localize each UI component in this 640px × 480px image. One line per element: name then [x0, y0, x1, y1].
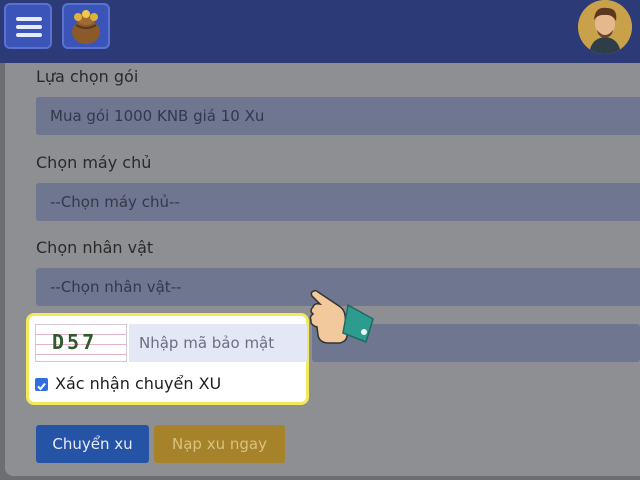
avatar-icon: [578, 0, 632, 54]
user-avatar[interactable]: [578, 0, 632, 54]
hamburger-menu-icon: [16, 17, 42, 21]
topup-button[interactable]: Nạp xu ngay: [154, 425, 285, 463]
menu-button[interactable]: [4, 3, 52, 49]
server-label: Chọn máy chủ: [36, 153, 152, 172]
confirm-label: Xác nhận chuyển XU: [55, 374, 222, 393]
transfer-button[interactable]: Chuyển xu: [36, 425, 149, 463]
coin-bag-button[interactable]: [62, 3, 110, 49]
top-bar: [0, 0, 640, 63]
checkmark-icon: [37, 382, 46, 391]
captcha-code: D57: [52, 330, 98, 354]
server-select[interactable]: --Chọn máy chủ--: [36, 183, 640, 221]
character-label: Chọn nhân vật: [36, 238, 154, 257]
pointing-hand-icon: [309, 289, 374, 344]
coin-bag-icon: [72, 10, 100, 44]
captcha-image: D57: [35, 324, 127, 362]
package-select[interactable]: Mua gói 1000 KNB giá 10 Xu: [36, 97, 640, 135]
captcha-highlight-box: D57 Nhập mã bảo mật Xác nhận chuyển XU: [26, 313, 309, 405]
confirm-checkbox[interactable]: [35, 378, 48, 391]
package-label: Lựa chọn gói: [36, 67, 139, 86]
captcha-input[interactable]: Nhập mã bảo mật: [129, 324, 307, 362]
